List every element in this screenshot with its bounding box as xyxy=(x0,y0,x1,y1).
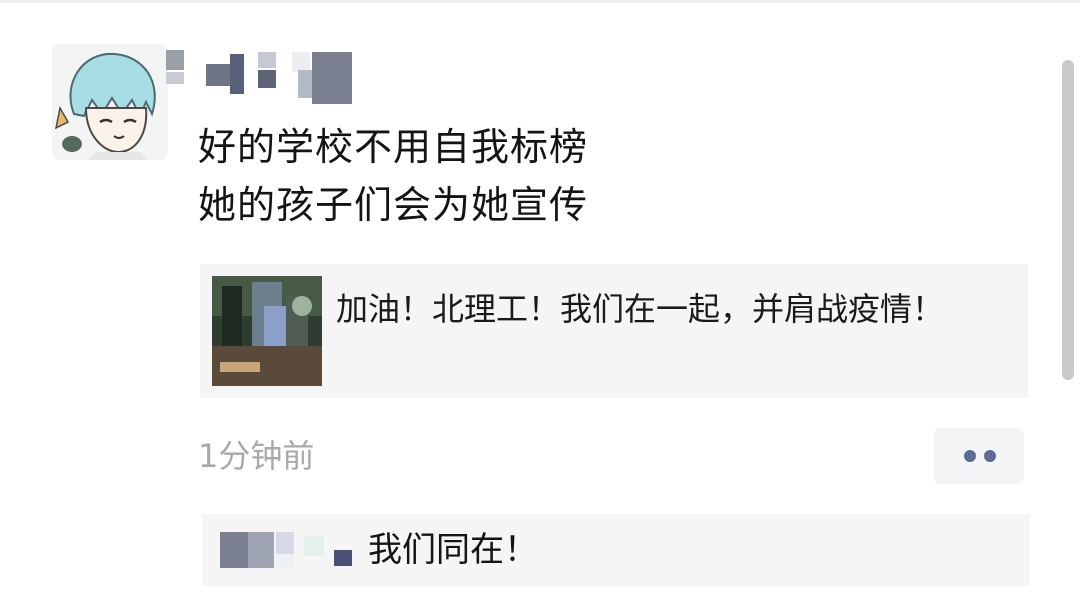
more-dots-icon xyxy=(964,450,976,462)
more-dots-icon xyxy=(984,450,996,462)
more-actions-button[interactable] xyxy=(934,428,1024,484)
commenter-name-obscured[interactable] xyxy=(220,530,360,574)
comment-text: 我们同在！ xyxy=(368,530,538,570)
anime-character-avatar-icon xyxy=(52,44,168,160)
post-text-line: 她的孩子们会为她宣传 xyxy=(198,183,589,227)
post-text: 好的学校不用自我标榜 她的孩子们会为她宣传 xyxy=(198,118,588,234)
shared-link-title: 加油！北理工！我们在一起，并肩战疫情！ xyxy=(336,290,945,328)
top-divider xyxy=(0,0,1080,3)
shared-link-card[interactable]: 加油！北理工！我们在一起，并肩战疫情！ xyxy=(200,264,1028,398)
author-avatar[interactable] xyxy=(52,44,168,160)
comment-area: 我们同在！ xyxy=(202,514,1030,586)
scrollbar[interactable] xyxy=(1062,60,1074,380)
campus-photo-thumbnail-icon xyxy=(212,276,322,386)
author-name-obscured[interactable] xyxy=(166,46,356,108)
post-timestamp: 1分钟前 xyxy=(198,437,315,475)
post-text-line: 好的学校不用自我标榜 xyxy=(198,125,589,169)
